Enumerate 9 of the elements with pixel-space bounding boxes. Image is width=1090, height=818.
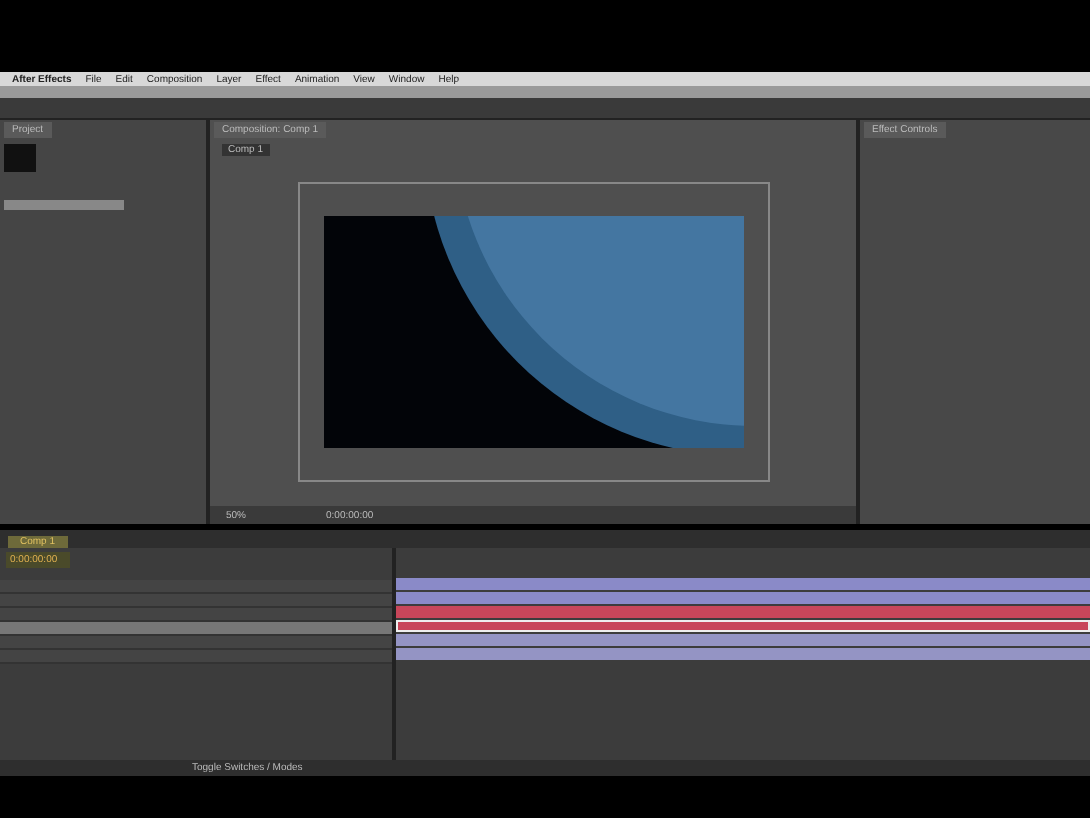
layer-row[interactable]: [0, 622, 392, 636]
search-field[interactable]: [4, 200, 124, 210]
layer-row[interactable]: [0, 594, 392, 608]
layer-bar[interactable]: [396, 620, 1090, 632]
layer-row[interactable]: [0, 608, 392, 622]
layer-row[interactable]: [0, 650, 392, 664]
layer-row[interactable]: [0, 580, 392, 594]
footage-thumbnail: [4, 144, 36, 172]
layer-row[interactable]: [0, 636, 392, 650]
